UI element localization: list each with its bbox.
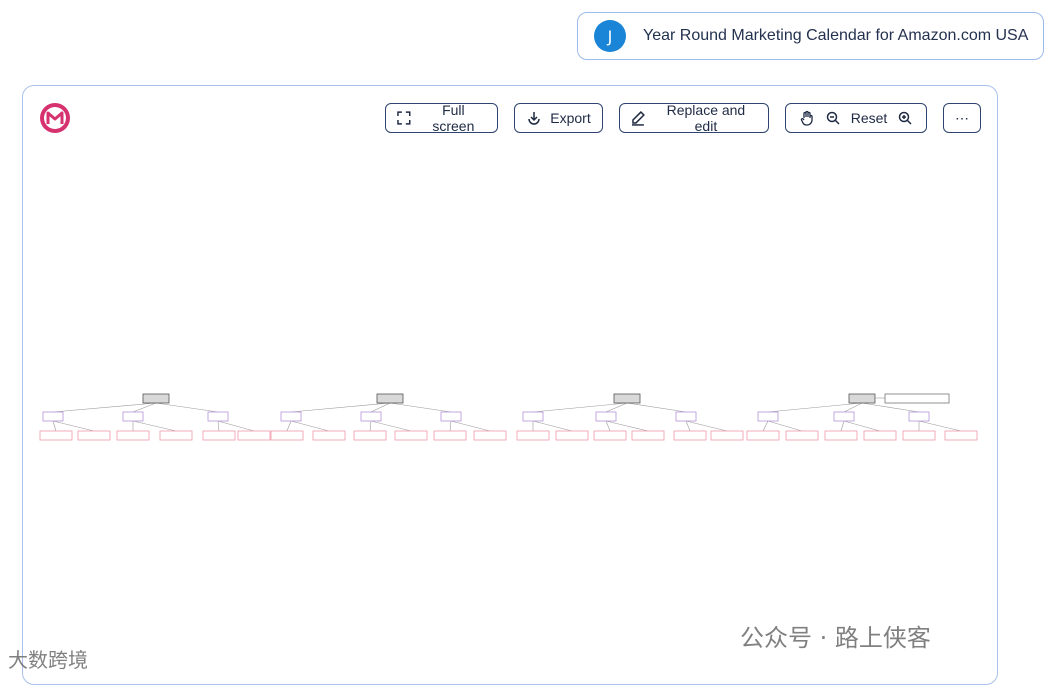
- more-options-button[interactable]: ⋯: [943, 103, 981, 133]
- prompt-title: Year Round Marketing Calendar for Amazon…: [643, 27, 1029, 44]
- mindmap-note-node: [884, 393, 950, 404]
- connector: [370, 402, 391, 413]
- mindmap-root-node: [376, 393, 404, 404]
- mindmap-branch-node: [833, 411, 855, 422]
- connector: [370, 420, 412, 432]
- connector: [155, 402, 219, 413]
- more-icon: ⋯: [955, 109, 969, 126]
- mindmap-root-node: [848, 393, 876, 404]
- mindmap-leaf-node: [944, 430, 978, 441]
- connector: [389, 402, 452, 413]
- mindmap-leaf-node: [202, 430, 236, 441]
- connector: [605, 402, 628, 413]
- connector: [532, 402, 628, 413]
- connector: [217, 420, 220, 432]
- replace-and-edit-button[interactable]: Replace and edit: [619, 102, 769, 134]
- connector: [290, 420, 330, 432]
- mindmap-leaf-node: [77, 430, 111, 441]
- mindmap-root-node: [613, 393, 641, 404]
- mindmap-leaf-node: [746, 430, 780, 441]
- mindmap-branch-node: [42, 411, 64, 422]
- connector: [532, 420, 573, 432]
- connector: [52, 420, 95, 432]
- connector: [605, 420, 611, 432]
- mindmap-leaf-node: [394, 430, 428, 441]
- export-label: Export: [550, 110, 591, 126]
- mindmap-branch-node: [595, 411, 617, 422]
- zoom-in-icon[interactable]: [897, 110, 913, 126]
- mindmap-leaf-node: [710, 430, 744, 441]
- connector: [450, 420, 491, 432]
- connector: [767, 402, 863, 413]
- mindmap-leaf-node: [555, 430, 589, 441]
- mindmap-leaf-node: [116, 430, 150, 441]
- mindmap-branch-node: [908, 411, 930, 422]
- expand-icon: [397, 111, 411, 125]
- connector: [843, 402, 863, 413]
- fullscreen-button[interactable]: Full screen: [385, 102, 498, 134]
- hand-pan-icon[interactable]: [799, 110, 815, 126]
- replace-label: Replace and edit: [666, 102, 746, 134]
- connector: [369, 420, 372, 432]
- avatar: J: [594, 20, 626, 52]
- mindmap-leaf-node: [863, 430, 897, 441]
- mindmap-branch-node: [360, 411, 382, 422]
- connector: [685, 420, 728, 432]
- mindmap-leaf-node: [785, 430, 819, 441]
- connector: [52, 402, 157, 413]
- connector: [767, 420, 803, 432]
- mindmap-leaf-node: [39, 430, 73, 441]
- connector: [605, 420, 649, 432]
- watermark-right: 公众号 · 路上侠客: [740, 624, 931, 652]
- app-logo-icon: [40, 103, 70, 133]
- connector: [843, 420, 881, 432]
- connector: [918, 420, 962, 432]
- mindmap-branch-node: [280, 411, 302, 422]
- mindmap-canvas[interactable]: [23, 86, 999, 686]
- mindmap-leaf-node: [516, 430, 550, 441]
- fullscreen-label: Full screen: [432, 102, 475, 134]
- connector: [626, 402, 687, 413]
- mindmap-leaf-node: [237, 430, 271, 441]
- connector: [132, 420, 177, 432]
- mindmap-branch-node: [440, 411, 462, 422]
- mindmap-branch-node: [122, 411, 144, 422]
- mindmap-leaf-node: [824, 430, 858, 441]
- export-icon: [528, 112, 541, 125]
- connector: [762, 420, 769, 432]
- mindmap-leaf-node: [433, 430, 467, 441]
- mindmap-leaf-node: [159, 430, 193, 441]
- zoom-controls: Reset: [785, 103, 927, 133]
- mindmap-leaf-node: [593, 430, 627, 441]
- mindmap-leaf-node: [270, 430, 304, 441]
- mindmap-branch-node: [207, 411, 229, 422]
- connector: [840, 420, 845, 432]
- mindmap-branch-node: [675, 411, 697, 422]
- mindmap-leaf-node: [631, 430, 665, 441]
- mindmap-leaf-node: [673, 430, 707, 441]
- mindmap-branch-node: [757, 411, 779, 422]
- reset-button[interactable]: Reset: [851, 110, 888, 126]
- edit-icon: [631, 111, 645, 126]
- mindmap-leaf-node: [353, 430, 387, 441]
- connector: [132, 402, 157, 413]
- connector: [861, 402, 920, 413]
- zoom-out-icon[interactable]: [825, 110, 841, 126]
- connector: [286, 420, 292, 432]
- mindmap-branch-node: [522, 411, 544, 422]
- connector: [217, 420, 255, 432]
- mindmap-leaf-node: [312, 430, 346, 441]
- connector: [449, 420, 452, 432]
- mindmap-leaf-node: [902, 430, 936, 441]
- mindmap-panel: Full screen Export Replace and edit Rese…: [22, 85, 998, 685]
- connector: [290, 402, 391, 413]
- watermark-left: 大数跨境: [8, 648, 88, 672]
- connector: [52, 420, 57, 432]
- user-prompt-chip: J Year Round Marketing Calendar for Amaz…: [577, 12, 1044, 60]
- mindmap-root-node: [142, 393, 170, 404]
- export-button[interactable]: Export: [514, 103, 603, 133]
- connector: [685, 420, 691, 432]
- mindmap-leaf-node: [473, 430, 507, 441]
